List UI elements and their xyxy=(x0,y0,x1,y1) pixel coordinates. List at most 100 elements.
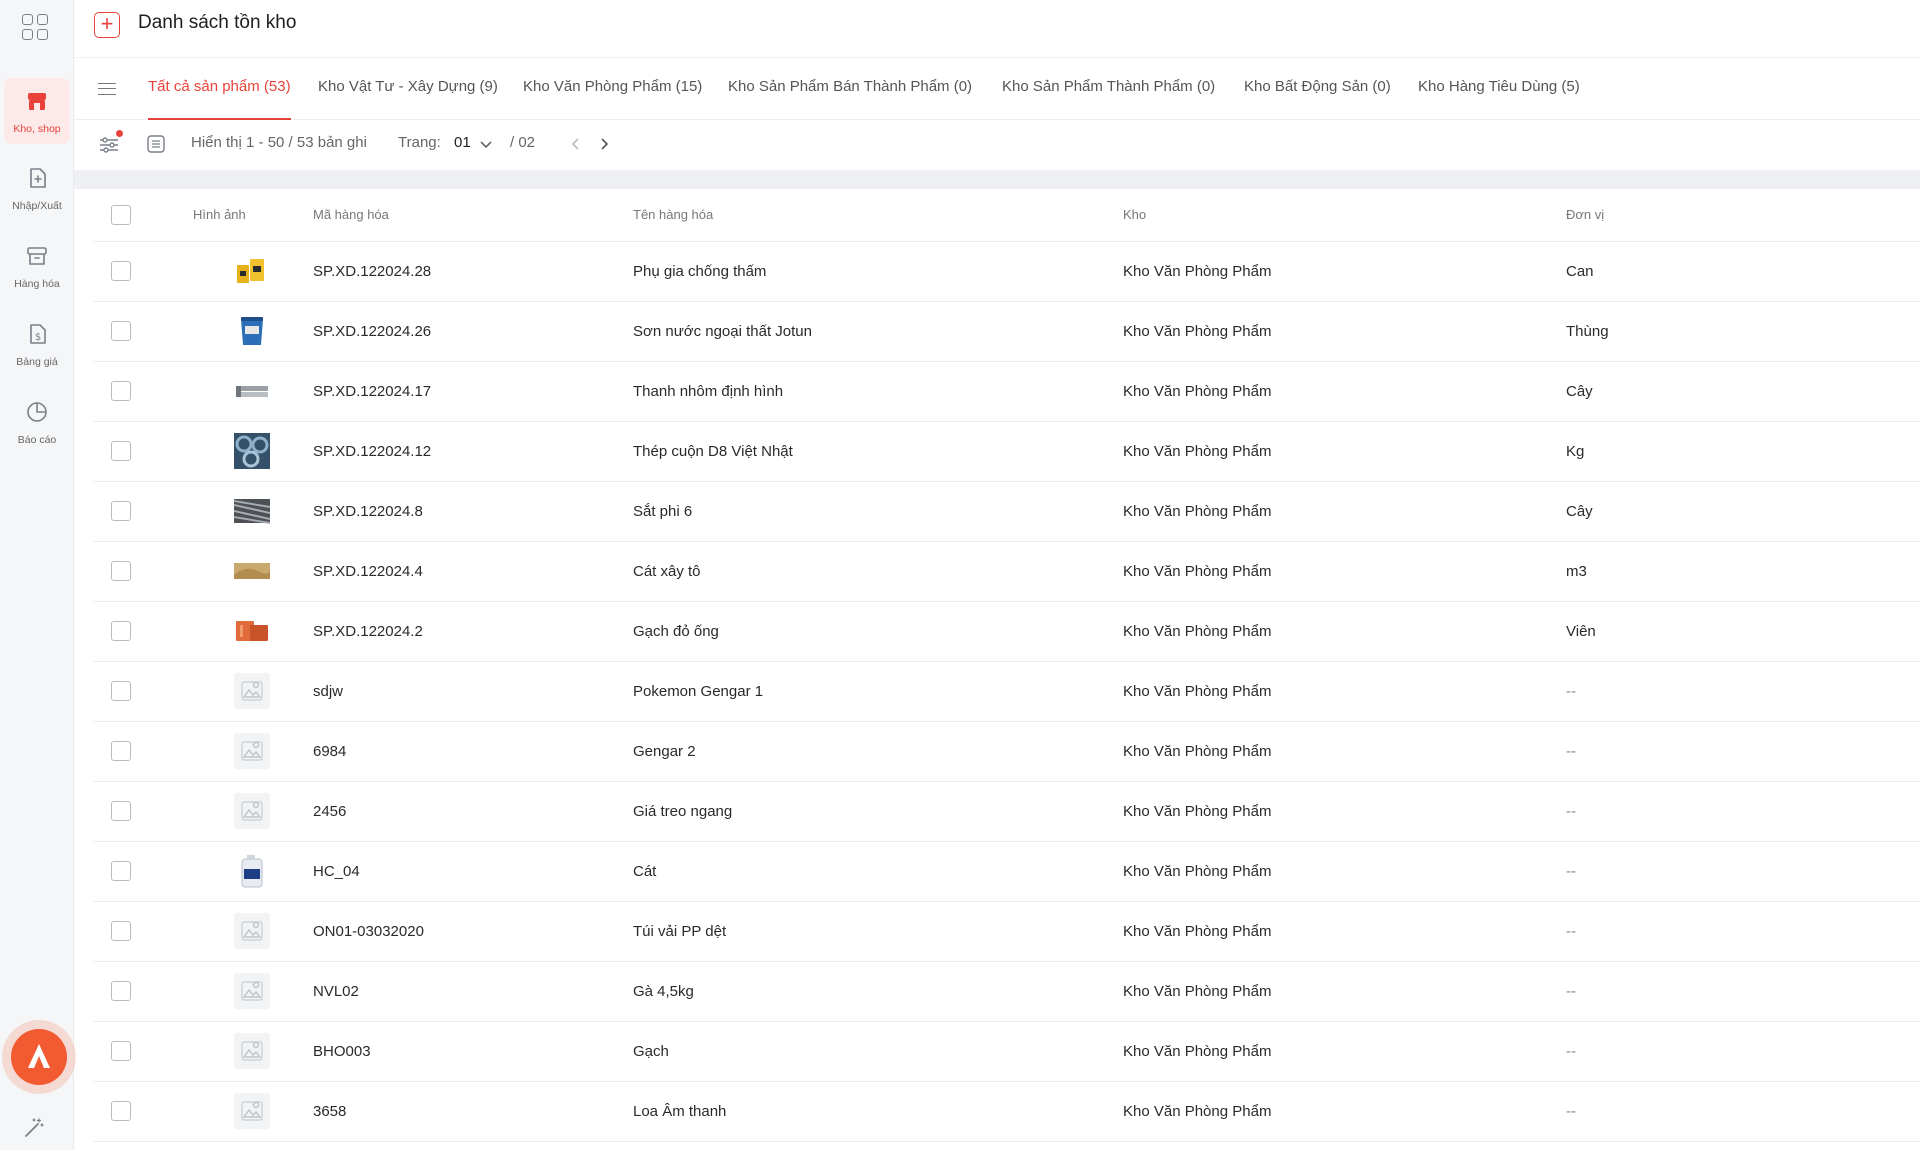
menu-icon[interactable] xyxy=(98,83,116,95)
tab-kho-van-phong-pham[interactable]: Kho Văn Phòng Phẩm (15) xyxy=(523,76,702,120)
code-cell[interactable]: SP.XD.122024.2 xyxy=(313,601,633,662)
filter-sliders-icon[interactable] xyxy=(98,135,120,155)
name-cell[interactable]: Thép cuộn D8 Việt Nhật xyxy=(633,421,1123,482)
name-cell[interactable]: Cát xây tô xyxy=(633,541,1123,602)
unit-cell: -- xyxy=(1566,781,1920,842)
code-cell[interactable]: 6984 xyxy=(313,721,633,782)
table-row[interactable]: SP.XD.122024.8 Sắt phi 6 Kho Văn Phòng Phẩ… xyxy=(93,481,1920,542)
sidebar-item-nhap-xuat[interactable]: Nhập/Xuất xyxy=(4,155,70,221)
name-cell[interactable]: Gạch xyxy=(633,1021,1123,1082)
sidebar-item-bang-gia[interactable]: $ Bảng giá xyxy=(4,311,70,377)
code-cell[interactable]: ON01-03032020 xyxy=(313,901,633,962)
code-cell[interactable]: 3658 xyxy=(313,1081,633,1142)
list-view-icon[interactable] xyxy=(146,134,166,154)
chevron-left-icon[interactable] xyxy=(568,136,584,152)
name-cell[interactable]: Cát xyxy=(633,841,1123,902)
table-row[interactable]: ON01-03032020 Túi vải PP dệt Kho Văn Phòng… xyxy=(93,901,1920,962)
row-checkbox[interactable] xyxy=(111,621,131,641)
page-title: Danh sách tồn kho xyxy=(138,12,297,33)
sidebar: Kho, shop Nhập/Xuất Hàng hóa $ Bảng giá … xyxy=(0,0,76,1150)
tab-kho-vat-tu[interactable]: Kho Vật Tư - Xây Dựng (9) xyxy=(318,76,498,120)
name-cell[interactable]: Gengar 2 xyxy=(633,721,1123,782)
code-cell[interactable]: BHO003 xyxy=(313,1021,633,1082)
unit-cell: -- xyxy=(1566,901,1920,962)
row-checkbox[interactable] xyxy=(111,501,131,521)
image-cell xyxy=(193,361,313,422)
table-row[interactable]: SP.XD.122024.12 Thép cuộn D8 Việt Nhật Kho… xyxy=(93,421,1920,482)
table-row[interactable]: SP.XD.122024.2 Gạch đỏ ống Kho Văn Phòng P… xyxy=(93,601,1920,662)
name-cell[interactable]: Giá treo ngang xyxy=(633,781,1123,842)
product-image xyxy=(236,386,268,397)
name-cell[interactable]: Thanh nhôm định hình xyxy=(633,361,1123,422)
code-cell[interactable]: SP.XD.122024.12 xyxy=(313,421,633,482)
page-total: / 02 xyxy=(510,134,536,151)
chevron-right-icon[interactable] xyxy=(596,136,612,152)
code-cell[interactable]: 2456 xyxy=(313,781,633,842)
select-all-checkbox[interactable] xyxy=(111,204,131,225)
app-grid-icon[interactable] xyxy=(22,14,48,40)
code-cell[interactable]: sdjw xyxy=(313,661,633,722)
row-checkbox[interactable] xyxy=(111,1041,131,1061)
code-cell[interactable]: SP.XD.122024.17 xyxy=(313,361,633,422)
sidebar-item-bao-cao[interactable]: Báo cáo xyxy=(4,389,70,455)
table-row[interactable]: HC_04 Cát Kho Văn Phòng Phẩm -- xyxy=(93,841,1920,902)
table-row[interactable]: BHO003 Gạch Kho Văn Phòng Phẩm -- xyxy=(93,1021,1920,1082)
row-checkbox[interactable] xyxy=(111,741,131,761)
product-thumbnail xyxy=(234,313,270,349)
name-cell[interactable]: Gạch đỏ ống xyxy=(633,601,1123,662)
sidebar-item-kho-shop[interactable]: Kho, shop xyxy=(4,78,70,144)
chevron-down-icon[interactable] xyxy=(478,136,494,152)
inventory-table: Hình ảnh Mã hàng hóa Tên hàng hóa Kho Đơ… xyxy=(93,189,1920,1150)
row-checkbox[interactable] xyxy=(111,441,131,461)
row-checkbox[interactable] xyxy=(111,861,131,881)
name-cell[interactable]: Gà 4,5kg xyxy=(633,961,1123,1022)
assistant-button[interactable] xyxy=(2,1020,76,1094)
table-row[interactable]: SP.XD.122024.4 Cát xây tô Kho Văn Phòng Ph… xyxy=(93,541,1920,602)
table-row[interactable]: SP.XD.122024.17 Thanh nhôm định hình Kho V… xyxy=(93,361,1920,422)
code-cell[interactable]: SP.XD.122024.4 xyxy=(313,541,633,602)
sidebar-item-hang-hoa[interactable]: Hàng hóa xyxy=(4,233,70,299)
tab-kho-thanh-pham[interactable]: Kho Sản Phẩm Thành Phẩm (0) xyxy=(1002,76,1215,120)
tab-kho-tieu-dung[interactable]: Kho Hàng Tiêu Dùng (5) xyxy=(1418,76,1580,120)
name-cell[interactable]: Sơn nước ngoại thất Jotun xyxy=(633,301,1123,362)
table-row[interactable]: 3658 Loa Âm thanh Kho Văn Phòng Phẩm -- xyxy=(93,1081,1920,1142)
name-cell[interactable]: Túi vải PP dệt xyxy=(633,901,1123,962)
row-checkbox[interactable] xyxy=(111,1101,131,1121)
table-row[interactable]: 6984 Gengar 2 Kho Văn Phòng Phẩm -- xyxy=(93,721,1920,782)
row-checkbox[interactable] xyxy=(111,261,131,281)
table-row[interactable]: NVL02 Gà 4,5kg Kho Văn Phòng Phẩm -- xyxy=(93,961,1920,1022)
code-cell[interactable]: SP.XD.122024.8 xyxy=(313,481,633,542)
code-cell[interactable]: SP.XD.122024.26 xyxy=(313,301,633,362)
row-checkbox[interactable] xyxy=(111,921,131,941)
content-separator xyxy=(74,170,1920,189)
tab-kho-ban-thanh-pham[interactable]: Kho Sản Phẩm Bán Thành Phẩm (0) xyxy=(728,76,972,120)
table-row[interactable]: sdjw Pokemon Gengar 1 Kho Văn Phòng Phẩm -- xyxy=(93,661,1920,722)
table-row[interactable]: SP.XD.122024.28 Phụ gia chống thấm Kho Văn… xyxy=(93,241,1920,302)
row-select-cell xyxy=(93,301,193,362)
page-select-value[interactable]: 01 xyxy=(454,134,471,151)
row-checkbox[interactable] xyxy=(111,681,131,701)
product-image xyxy=(234,499,270,524)
magic-wand-icon[interactable] xyxy=(22,1116,46,1140)
tab-kho-bat-dong-san[interactable]: Kho Bất Động Sản (0) xyxy=(1244,76,1391,120)
name-cell[interactable]: Pokemon Gengar 1 xyxy=(633,661,1123,722)
code-cell[interactable]: NVL02 xyxy=(313,961,633,1022)
row-checkbox[interactable] xyxy=(111,381,131,401)
add-button[interactable]: + xyxy=(94,12,120,38)
table-row[interactable]: SP.XD.122024.26 Sơn nước ngoại thất Jotun… xyxy=(93,301,1920,362)
code-cell[interactable]: HC_04 xyxy=(313,841,633,902)
select-all-cell xyxy=(93,189,193,242)
name-cell[interactable]: Loa Âm thanh xyxy=(633,1081,1123,1142)
tab-all-products[interactable]: Tất cả sản phẩm (53) xyxy=(148,76,291,120)
code-cell[interactable]: SP.XD.122024.28 xyxy=(313,241,633,302)
table-row[interactable]: 2456 Giá treo ngang Kho Văn Phòng Phẩm -- xyxy=(93,781,1920,842)
row-checkbox[interactable] xyxy=(111,321,131,341)
row-checkbox[interactable] xyxy=(111,981,131,1001)
image-cell xyxy=(193,781,313,842)
name-cell[interactable]: Phụ gia chống thấm xyxy=(633,241,1123,302)
product-thumbnail xyxy=(234,253,270,289)
warehouse-cell: Kho Văn Phòng Phẩm xyxy=(1123,841,1566,902)
row-checkbox[interactable] xyxy=(111,561,131,581)
row-checkbox[interactable] xyxy=(111,801,131,821)
name-cell[interactable]: Sắt phi 6 xyxy=(633,481,1123,542)
